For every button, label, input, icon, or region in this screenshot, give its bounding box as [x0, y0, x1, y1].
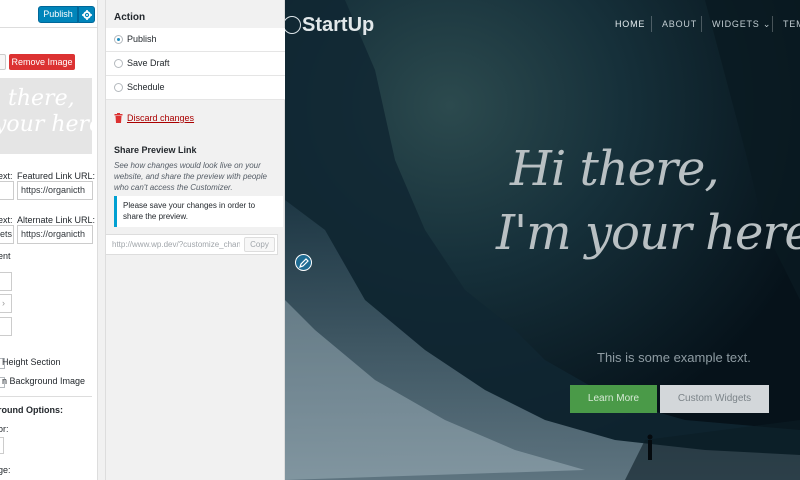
discard-changes-label: Discard changes	[127, 113, 195, 123]
headline-line-2: I'm your here.	[496, 205, 800, 261]
sidebar-header: Publish	[0, 0, 97, 28]
radio-label: Publish	[127, 34, 157, 44]
full-height-label: Height Section	[2, 357, 61, 367]
bg-image-field-label: ge:	[0, 465, 11, 475]
action-title: Action	[114, 12, 146, 23]
thumbnail-text-line-2: your here.	[0, 112, 92, 137]
color-picker-button[interactable]	[0, 437, 4, 454]
featured-url-input[interactable]: https://organicth	[17, 181, 93, 200]
radio-publish[interactable]: Publish	[106, 28, 285, 52]
alternate-text-label: ext:	[0, 215, 13, 225]
nav-separator	[651, 16, 652, 32]
nav-about[interactable]: ABOUT	[662, 19, 697, 29]
chevron-right-icon: ›	[2, 298, 5, 308]
custom-widgets-button[interactable]: Custom Widgets	[660, 385, 769, 413]
radio-save-draft[interactable]: Save Draft	[106, 52, 285, 76]
hero-headline: Hi there, I'm your here.	[496, 137, 800, 261]
publish-settings-button[interactable]	[78, 6, 95, 23]
share-preview-title: Share Preview Link	[114, 145, 197, 155]
color-label: or:	[0, 424, 9, 434]
alternate-url-label: Alternate Link URL:	[17, 215, 96, 225]
alternate-url-input[interactable]: https://organicth	[17, 225, 93, 244]
share-preview-description: See how changes would look live on your …	[114, 161, 267, 192]
publish-button[interactable]: Publish	[38, 6, 78, 23]
change-image-button[interactable]	[0, 54, 6, 70]
alignment-label: ent	[0, 251, 11, 261]
radio-button-selected[interactable]	[114, 35, 123, 44]
site-logo[interactable]: StartUp	[302, 14, 374, 37]
trash-icon	[114, 113, 123, 123]
alignment-option-right[interactable]	[0, 317, 12, 336]
pencil-icon	[299, 258, 309, 268]
edit-shortcut-button[interactable]	[295, 254, 312, 271]
learn-more-button[interactable]: Learn More	[570, 385, 657, 413]
hero-subtext: This is some example text.	[597, 350, 751, 365]
nav-widgets[interactable]: WIDGETS ⌄	[712, 19, 771, 30]
alignment-option-center[interactable]: ›	[0, 294, 12, 313]
site-preview: StartUp HOME ABOUT WIDGETS ⌄ TEM Hi ther…	[285, 0, 800, 480]
headline-line-1: Hi there,	[510, 141, 720, 197]
bg-options-heading: round Options:	[0, 405, 63, 415]
save-notice: Please save your changes in order to sha…	[114, 196, 283, 227]
featured-url-label: Featured Link URL:	[17, 171, 96, 181]
customizer-sidebar: Publish Remove Image i there, your here.…	[0, 0, 98, 480]
featured-image-thumbnail: i there, your here.	[0, 78, 92, 154]
alignment-option-left[interactable]	[0, 272, 12, 291]
radio-button[interactable]	[114, 83, 123, 92]
bg-image-label: n Background Image	[2, 376, 86, 386]
radio-button[interactable]	[114, 59, 123, 68]
radio-label: Schedule	[127, 82, 165, 92]
thumbnail-text-line-1: i there,	[0, 86, 75, 111]
nav-templates[interactable]: TEM	[783, 19, 800, 29]
remove-image-button[interactable]: Remove Image	[9, 54, 75, 70]
sidebar-content: Remove Image i there, your here. ext: Fe…	[0, 28, 97, 480]
section-divider	[0, 396, 92, 397]
nav-separator	[772, 16, 773, 32]
preview-link-row: http://www.wp.dev/?customize_changeset_u…	[105, 234, 278, 255]
nav-home[interactable]: HOME	[615, 19, 645, 29]
radio-label: Save Draft	[127, 58, 170, 68]
nav-separator	[701, 16, 702, 32]
preview-url-field[interactable]: http://www.wp.dev/?customize_changeset_u…	[112, 240, 240, 249]
featured-text-input[interactable]	[0, 181, 14, 200]
copy-button[interactable]: Copy	[244, 237, 275, 252]
radio-schedule[interactable]: Schedule	[106, 76, 285, 100]
alternate-text-input[interactable]: ets	[0, 225, 14, 244]
featured-text-label: ext:	[0, 171, 13, 181]
gear-icon	[82, 10, 92, 20]
